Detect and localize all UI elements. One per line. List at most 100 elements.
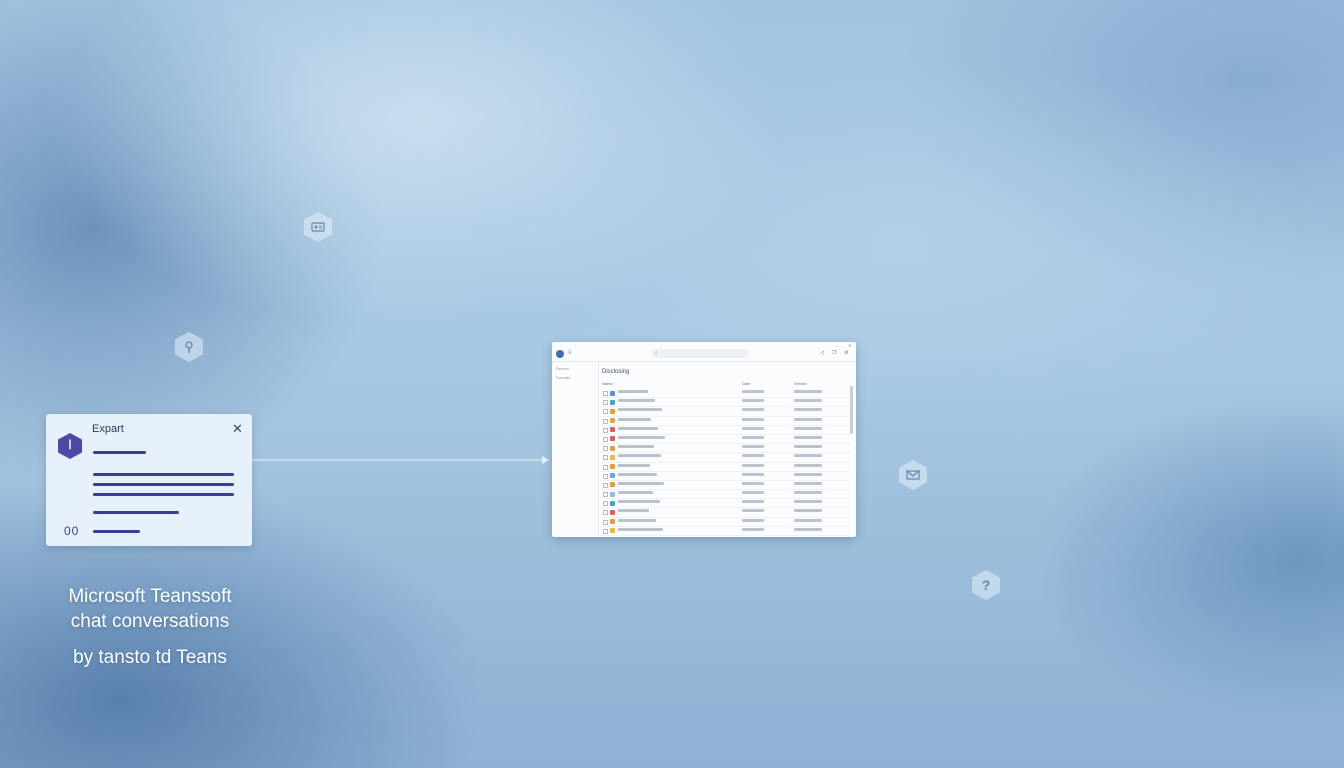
export-counter: 00 (64, 524, 80, 538)
close-icon[interactable]: ✕ (232, 421, 243, 437)
sender-cell (794, 390, 822, 393)
date-cell (742, 390, 764, 393)
date-cell (742, 399, 764, 403)
file-icon (610, 519, 615, 525)
table-row[interactable] (600, 463, 850, 472)
table-row[interactable] (600, 389, 850, 399)
name-cell (618, 390, 648, 393)
date-cell (742, 509, 764, 513)
date-cell (742, 472, 764, 476)
menu-icon[interactable]: ≡ (568, 350, 572, 356)
table-row[interactable] (600, 490, 850, 500)
file-icon (610, 427, 615, 433)
row-checkbox[interactable] (603, 528, 608, 534)
sender-cell (794, 472, 822, 476)
row-checkbox[interactable] (603, 427, 608, 433)
sidebar-item-recent[interactable]: Recent (556, 366, 569, 371)
date-cell (742, 426, 764, 430)
table-row[interactable] (600, 499, 850, 509)
file-icon (610, 418, 615, 424)
table-row[interactable] (600, 508, 850, 518)
search-icon: ⌕ (655, 350, 658, 356)
share-icon[interactable]: ◁ (820, 350, 824, 356)
table-row[interactable] (600, 527, 850, 536)
desktop-background: ? ꟾ Expart ✕ 00 – ✕ ≡ ⌕ ◁ ❐ ⚙ Recent Fav… (0, 0, 1344, 768)
column-header-name[interactable]: Name (602, 381, 613, 386)
mail-icon (899, 460, 927, 490)
sidebar-item-favorite[interactable]: Favorite (556, 375, 570, 380)
contact-card-icon (304, 212, 332, 242)
caption-line-3: by tansto td Teans (73, 647, 227, 668)
name-cell (618, 408, 662, 412)
file-icon (610, 528, 615, 534)
row-checkbox[interactable] (603, 436, 608, 442)
table-row[interactable] (600, 426, 850, 435)
placeholder-line (93, 511, 179, 514)
table-row[interactable] (600, 407, 850, 417)
column-header-date[interactable]: Date (742, 381, 750, 386)
connector-arrow (252, 456, 549, 464)
sender-cell (794, 417, 822, 421)
file-icon (610, 408, 615, 414)
table-row[interactable] (600, 417, 850, 426)
column-header-sender[interactable]: Sender (794, 381, 807, 386)
settings-icon[interactable]: ⚙ (844, 350, 848, 356)
sender-cell (794, 435, 822, 439)
sender-cell (794, 518, 822, 522)
row-checkbox[interactable] (603, 418, 608, 424)
sender-cell (794, 399, 822, 403)
search-input[interactable]: ⌕ (652, 349, 748, 358)
copy-icon[interactable]: ❐ (832, 350, 836, 356)
row-checkbox[interactable] (603, 409, 608, 415)
row-checkbox[interactable] (603, 400, 608, 406)
sidebar: Recent Favorite (552, 362, 599, 537)
name-cell (618, 463, 650, 467)
sender-cell (794, 509, 822, 513)
file-icon (610, 482, 615, 488)
row-checkbox[interactable] (603, 464, 608, 470)
toolbar: ≡ ⌕ ◁ ❐ ⚙ (552, 347, 856, 362)
placeholder-line (93, 473, 234, 476)
sender-cell (794, 426, 822, 430)
date-cell (742, 435, 764, 439)
file-icon (610, 500, 615, 506)
name-cell (618, 491, 653, 495)
name-cell (618, 518, 656, 522)
date-cell (742, 463, 764, 467)
row-checkbox[interactable] (603, 519, 608, 525)
name-cell (618, 445, 654, 449)
sender-cell (794, 491, 822, 495)
table-row[interactable] (600, 481, 850, 491)
placeholder-line (93, 493, 234, 496)
table-row[interactable] (600, 518, 850, 527)
placeholder-line (93, 451, 146, 454)
row-checkbox[interactable] (603, 391, 608, 396)
file-icon (610, 390, 615, 396)
scrollbar[interactable] (850, 386, 853, 434)
main-pane: Disclosing Name Date Sender (600, 362, 856, 537)
sender-cell (794, 500, 822, 504)
table-row[interactable] (600, 453, 850, 463)
name-cell (618, 481, 664, 485)
file-icon (610, 399, 615, 405)
help-icon: ? (972, 570, 1000, 600)
row-checkbox[interactable] (603, 446, 608, 452)
table-row[interactable] (600, 398, 850, 408)
table-row[interactable] (600, 435, 850, 445)
table-row[interactable] (600, 536, 850, 537)
row-checkbox[interactable] (603, 482, 608, 488)
sender-cell (794, 408, 822, 412)
row-checkbox[interactable] (603, 455, 608, 461)
date-cell (742, 445, 764, 449)
file-icon (610, 454, 615, 460)
row-checkbox[interactable] (603, 492, 608, 498)
row-checkbox[interactable] (603, 473, 608, 479)
name-cell (618, 454, 661, 458)
name-cell (618, 417, 651, 421)
row-checkbox[interactable] (603, 501, 608, 507)
page-title: Disclosing (602, 369, 630, 375)
table-row[interactable] (600, 472, 850, 481)
caption-line-2: chat conversations (70, 611, 230, 632)
table-row[interactable] (600, 444, 850, 454)
row-checkbox[interactable] (603, 510, 608, 516)
